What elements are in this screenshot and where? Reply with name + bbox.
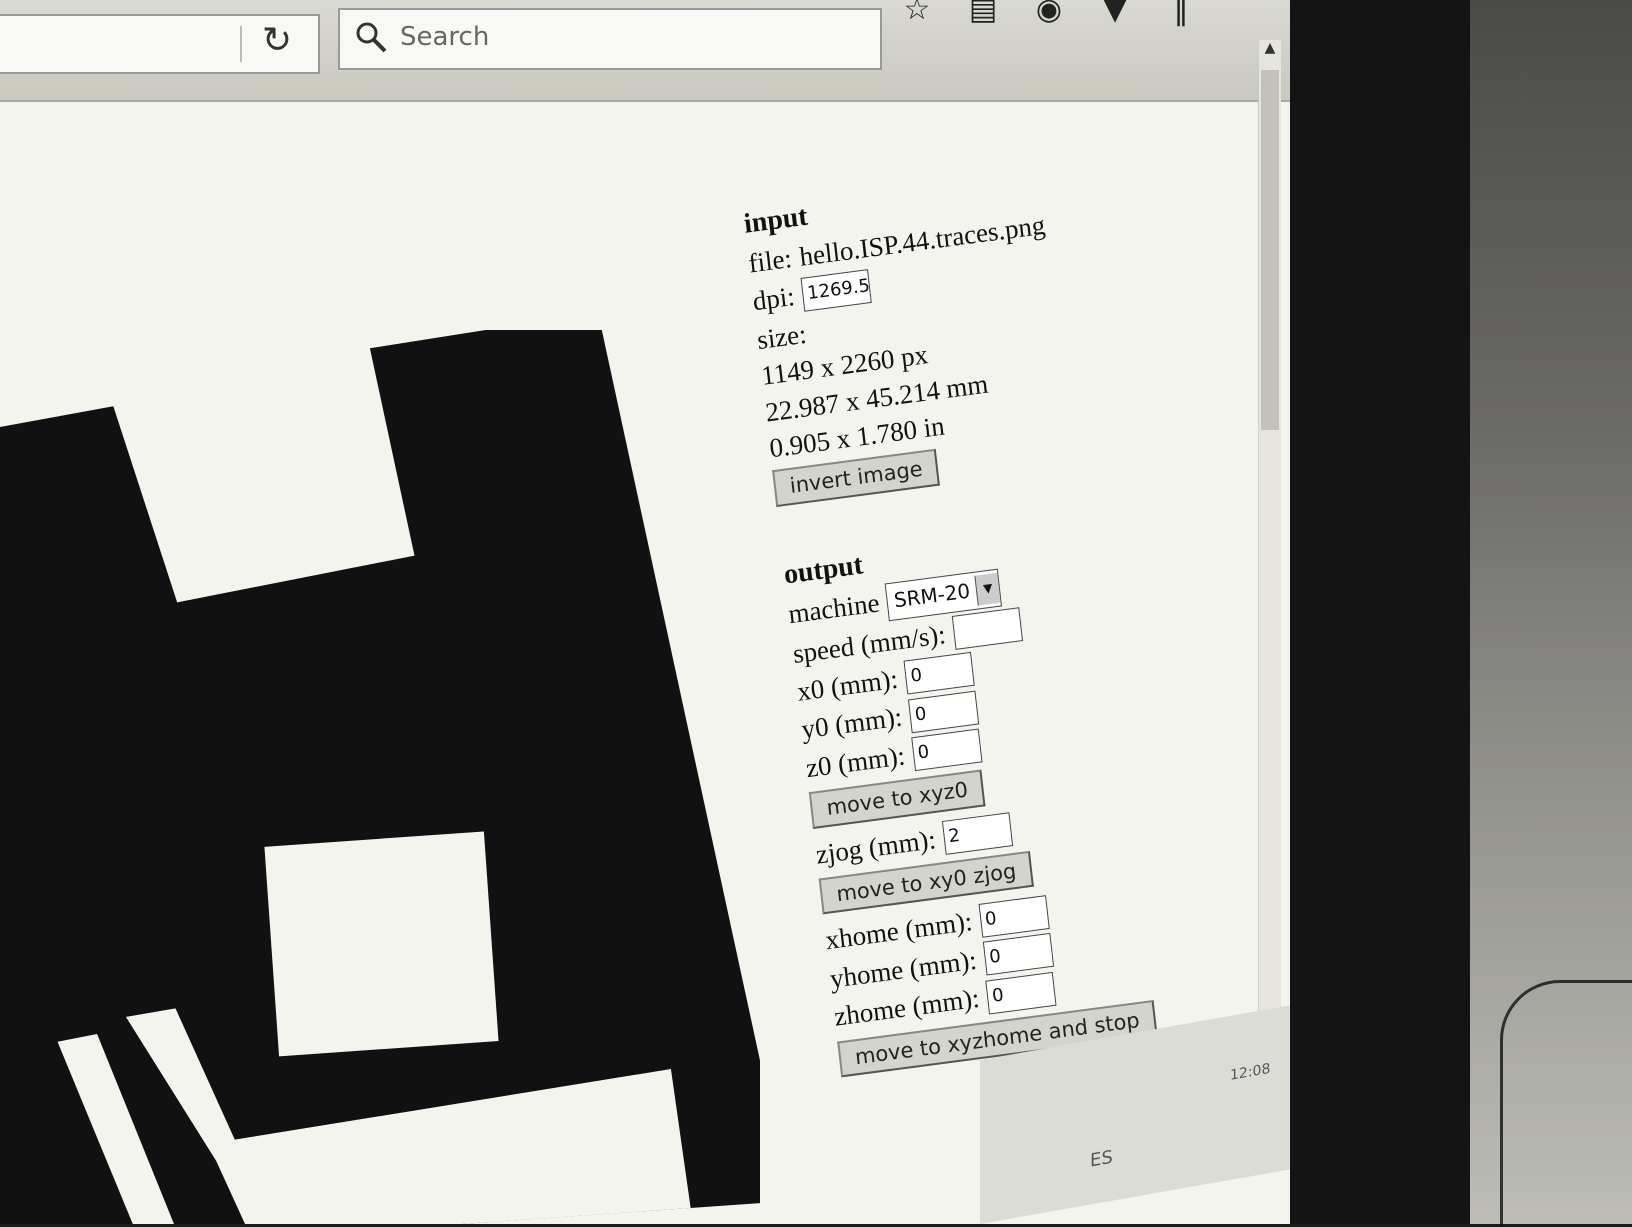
reload-icon[interactable]: ↻ [262, 20, 292, 61]
speed-input[interactable] [951, 607, 1023, 650]
url-bar[interactable]: ↻ [0, 14, 320, 74]
dpi-label: dpi: [751, 281, 797, 317]
monitor-bezel [1290, 0, 1470, 1224]
scroll-up-icon[interactable]: ▲ [1261, 40, 1279, 58]
browser-screen: ↻ Search ☆ ▤ ◉ ▼ ‖ input file: hello.ISP… [0, 0, 1290, 1224]
x0-input[interactable]: 0 [903, 652, 976, 695]
file-label: file: [746, 242, 794, 279]
cable [1500, 980, 1632, 1227]
xhome-input[interactable]: 0 [978, 894, 1050, 938]
clock[interactable]: 12:08 [1230, 1061, 1270, 1084]
zjog-input[interactable]: 2 [941, 812, 1013, 855]
traces-image [0, 330, 760, 1224]
pocket-icon[interactable]: ◉ [1032, 0, 1066, 27]
cam-panel: input file: hello.ISP.44.traces.png dpi:… [742, 151, 1258, 1083]
reading-list-icon[interactable]: ▤ [966, 0, 1000, 27]
vertical-scrollbar[interactable]: ▲ ▼ [1258, 40, 1281, 1080]
z0-input[interactable]: 0 [910, 728, 983, 772]
search-box[interactable]: Search [338, 8, 882, 70]
scrollbar-thumb[interactable] [1261, 70, 1279, 430]
star-icon[interactable]: ☆ [900, 0, 934, 27]
search-placeholder: Search [400, 22, 490, 52]
toolbar-icons: ☆ ▤ ◉ ▼ ‖ [900, 0, 1198, 27]
zhome-input[interactable]: 0 [985, 971, 1057, 1015]
machine-value: SRM-20 [892, 578, 972, 613]
menu-icon[interactable]: ‖ [1164, 0, 1198, 27]
download-icon[interactable]: ▼ [1098, 0, 1132, 27]
chevron-down-icon: ▼ [974, 572, 1001, 606]
language-indicator[interactable]: ES [1090, 1147, 1113, 1172]
browser-toolbar: ↻ Search ☆ ▤ ◉ ▼ ‖ [0, 0, 1290, 102]
dpi-input[interactable]: 1269.5 [800, 269, 872, 313]
url-bar-separator [240, 26, 242, 62]
y0-input[interactable]: 0 [908, 690, 980, 733]
search-icon [356, 22, 387, 53]
yhome-input[interactable]: 0 [982, 932, 1054, 976]
